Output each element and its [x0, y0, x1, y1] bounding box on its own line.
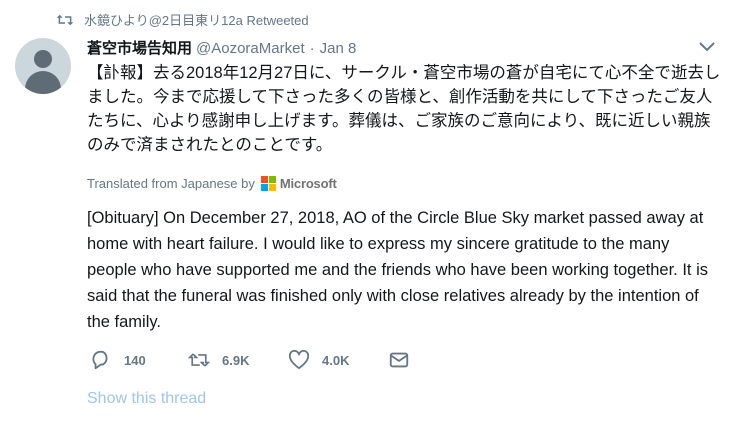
separator-dot: · [309, 40, 315, 57]
translation-attribution: Translated from Japanese by Microsoft [87, 176, 337, 191]
avatar[interactable] [15, 38, 71, 94]
like-button[interactable]: 4.0K [288, 350, 388, 370]
tweet-header: 蒼空市場告知用 @AozoraMarket · Jan 8 [87, 37, 356, 58]
chevron-down-icon[interactable] [698, 40, 716, 54]
translated-label: Translated from Japanese by [87, 176, 255, 191]
retweet-icon [188, 353, 210, 367]
retweet-button[interactable]: 6.9K [188, 350, 288, 370]
reply-button[interactable]: 140 [90, 350, 188, 370]
translator-name: Microsoft [279, 176, 337, 191]
envelope-icon [389, 352, 409, 368]
retweet-context: 水鏡ひより@2日目東リ12a Retweeted [56, 10, 309, 29]
tweet-actions: 140 6.9K 4.0K [90, 350, 410, 370]
like-count: 4.0K [322, 352, 350, 368]
reply-count: 140 [124, 352, 146, 368]
tweet-date[interactable]: Jan 8 [320, 40, 357, 57]
tweet-text: 【訃報】去る2018年12月27日に、サークル・蒼空市場の蒼が自宅にて心不全で逝… [87, 64, 721, 154]
translated-text: [Obituary] On December 27, 2018, AO of t… [87, 209, 708, 331]
direct-message-button[interactable] [388, 350, 410, 370]
show-thread-link[interactable]: Show this thread [87, 390, 206, 408]
retweet-icon [56, 14, 74, 25]
microsoft-logo-icon [260, 176, 276, 191]
display-name[interactable]: 蒼空市場告知用 [87, 37, 192, 58]
retweeted-by-text[interactable]: 水鏡ひより@2日目東リ12a Retweeted [84, 10, 309, 29]
reply-icon [92, 350, 108, 370]
heart-icon [288, 350, 310, 370]
user-handle[interactable]: @AozoraMarket [196, 40, 305, 57]
avatar-body-shape [25, 71, 61, 94]
avatar-head-shape [34, 50, 52, 68]
retweet-count: 6.9K [222, 352, 250, 368]
